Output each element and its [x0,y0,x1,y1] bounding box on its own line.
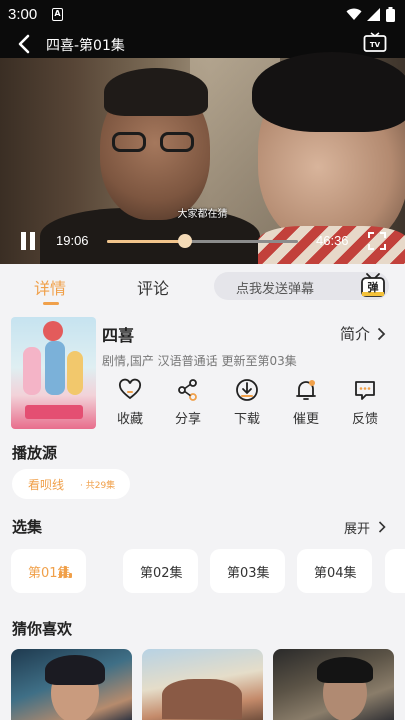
show-title: 四喜 [102,326,135,345]
episode-item[interactable]: 第02集 [123,549,198,593]
video-title: 四喜-第01集 [46,38,125,54]
download-icon [236,379,258,401]
player-top-bar: 四喜-第01集 TV [0,30,405,58]
recommend-card[interactable] [142,649,263,720]
episode-item[interactable]: 第01集 [11,549,86,593]
scene-boy-hair [252,52,405,132]
video-subtitle: 大家都在猜 [177,209,228,220]
tab-detail[interactable]: 详情 [34,275,66,299]
seek-bar[interactable] [107,234,298,248]
status-bar: 3:00 A [0,0,405,30]
episode-label: 第02集 [140,566,183,581]
feedback-button[interactable]: 反馈 [335,378,395,427]
episode-item[interactable]: 第04集 [297,549,372,593]
back-arrow-icon[interactable] [14,33,36,55]
favorite-label: 收藏 [116,412,143,427]
tab-comments[interactable]: 评论 [137,275,169,299]
show-meta: 剧情,国产 汉语普通话 更新至第03集 [102,354,297,368]
total-time: 46:36 [316,233,349,248]
danmu-input[interactable]: 点我发送弹幕 弹 [214,272,389,300]
status-time: 3:00 [8,6,38,23]
heart-icon [118,378,142,400]
detail-panel: 详情 评论 点我发送弹幕 弹 四喜 简介 剧情,国产 汉语普通话 更新至第03集 [0,264,405,720]
scene-glasses [112,132,198,152]
rec-hair [45,655,105,685]
action-row: 收藏 分享 下载 催更 反馈 [100,378,400,430]
tv-cast-icon[interactable]: TV [363,32,387,54]
episode-item-partial[interactable] [385,549,405,593]
rec-building [162,679,242,719]
battery-icon [386,7,395,22]
current-time: 19:06 [56,233,89,248]
recommend-card[interactable] [273,649,394,720]
danmu-placeholder: 点我发送弹幕 [236,282,315,297]
fullscreen-icon[interactable] [368,232,386,250]
download-label: 下载 [233,412,260,427]
tab-active-indicator [43,302,59,305]
download-button[interactable]: 下载 [217,378,277,427]
feedback-label: 反馈 [351,412,378,427]
favorite-button[interactable]: 收藏 [100,378,160,427]
source-section-title: 播放源 [12,444,58,462]
source-option[interactable]: 看呗线 · 共29集 [12,469,130,499]
share-button[interactable]: 分享 [158,378,218,427]
signal-icon [367,8,380,21]
urge-update-label: 催更 [292,412,319,427]
expand-episodes-link[interactable]: 展开 [344,518,370,537]
episodes-section-title: 选集 [12,518,43,536]
wifi-icon [346,8,362,20]
poster-figure [67,351,83,395]
status-icons [346,7,395,22]
poster-figure [45,341,65,395]
tab-bar: 详情 评论 点我发送弹幕 弹 [0,264,405,308]
share-label: 分享 [174,412,201,427]
chevron-right-icon[interactable] [378,521,386,533]
recommend-card[interactable] [11,649,132,720]
episode-label: 第04集 [314,566,357,581]
source-name: 看呗线 [28,478,65,492]
poster-title-band [25,405,83,419]
danmu-toggle-icon[interactable]: 弹 [359,271,387,299]
bell-icon [296,380,316,400]
feedback-icon [355,381,375,400]
episode-label: 第03集 [227,566,270,581]
share-icon [178,379,197,401]
svg-text:TV: TV [370,41,381,49]
recommend-section-title: 猜你喜欢 [12,620,73,638]
danmu-icon-text: 弹 [368,280,379,294]
show-poster[interactable] [11,317,96,429]
app-notification-icon: A [52,8,63,21]
video-player[interactable]: 3:00 A 四喜-第01集 TV 大家都在猜 19:06 46:36 [0,0,405,264]
player-controls: 19:06 46:36 [0,226,405,256]
scene-man-hair [104,68,208,116]
source-episode-count: · 共29集 [80,481,116,491]
urge-update-button[interactable]: 催更 [276,378,336,427]
episode-item[interactable]: 第03集 [210,549,285,593]
playing-bars-icon [59,566,73,578]
intro-link[interactable]: 简介 [340,323,370,344]
chevron-right-icon[interactable] [377,327,386,341]
pause-icon[interactable] [20,232,36,250]
seek-thumb[interactable] [178,234,193,248]
poster-figure [23,347,41,395]
poster-logo [43,321,63,341]
rec-hair [317,657,373,683]
seek-bar-progress [107,240,186,243]
